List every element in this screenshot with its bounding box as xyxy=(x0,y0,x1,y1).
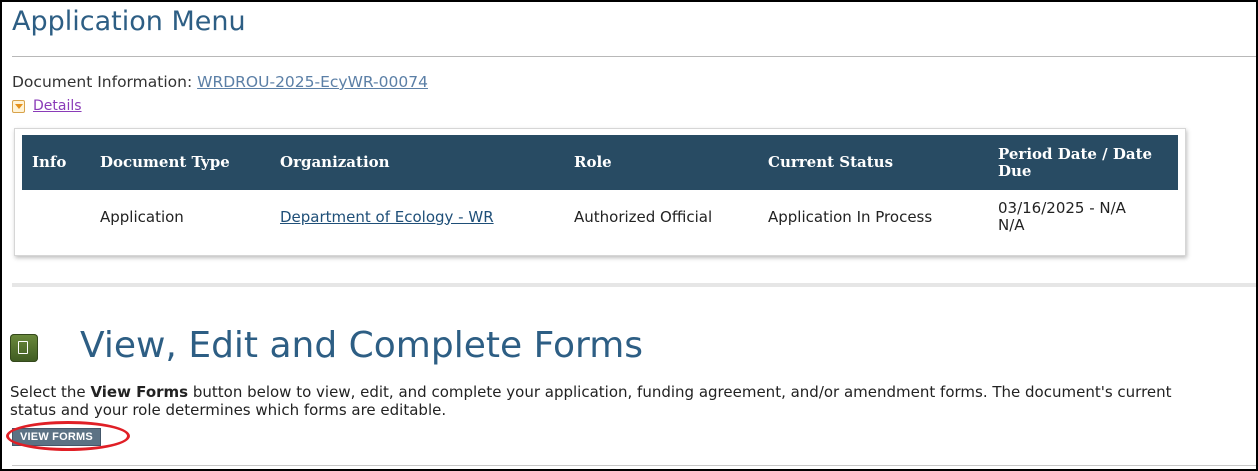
cell-current-status: Application In Process xyxy=(768,207,933,226)
column-header-current-status: Current Status xyxy=(758,135,988,190)
table-row: Application Department of Ecology - WR A… xyxy=(22,190,1178,244)
forms-section-description: Select the View Forms button below to vi… xyxy=(10,383,1210,419)
bottom-divider xyxy=(12,465,1256,466)
forms-section-title: View, Edit and Complete Forms xyxy=(80,325,644,366)
cell-organization: Department of Ecology - WR xyxy=(270,190,564,244)
document-information: Document Information: WRDROU-2025-EcyWR-… xyxy=(12,73,428,91)
date-due-value: N/A xyxy=(998,216,1025,234)
column-header-role: Role xyxy=(564,135,758,190)
view-forms-button[interactable]: VIEW FORMS xyxy=(12,428,101,446)
column-header-info: Info xyxy=(22,135,90,190)
cell-document-type: Application xyxy=(100,207,184,226)
title-divider xyxy=(12,56,1256,57)
cell-period-date: 03/16/2025 - N/A N/A xyxy=(988,190,1178,244)
document-information-label: Document Information: xyxy=(12,73,193,91)
description-view-forms-bold: View Forms xyxy=(90,383,189,401)
page-title: Application Menu xyxy=(12,6,246,37)
column-header-organization: Organization xyxy=(270,135,564,190)
details-toggle-row[interactable]: Details xyxy=(12,98,82,114)
expand-arrow-icon[interactable] xyxy=(12,99,25,113)
table-header-row: Info Document Type Organization Role Cur… xyxy=(22,135,1178,190)
description-text-start: Select the xyxy=(10,383,91,401)
section-divider xyxy=(12,283,1256,287)
cell-role: Authorized Official xyxy=(574,207,713,226)
document-icon xyxy=(10,334,38,362)
period-date-value: 03/16/2025 - N/A xyxy=(998,199,1126,217)
column-header-period-date: Period Date / Date Due xyxy=(988,135,1178,190)
document-table-panel: Info Document Type Organization Role Cur… xyxy=(14,128,1186,256)
organization-link[interactable]: Department of Ecology - WR xyxy=(280,208,494,226)
document-table: Info Document Type Organization Role Cur… xyxy=(22,135,1178,244)
column-header-document-type: Document Type xyxy=(90,135,270,190)
document-id-link[interactable]: WRDROU-2025-EcyWR-00074 xyxy=(197,73,428,91)
details-link[interactable]: Details xyxy=(33,98,82,114)
cell-info xyxy=(22,190,90,244)
